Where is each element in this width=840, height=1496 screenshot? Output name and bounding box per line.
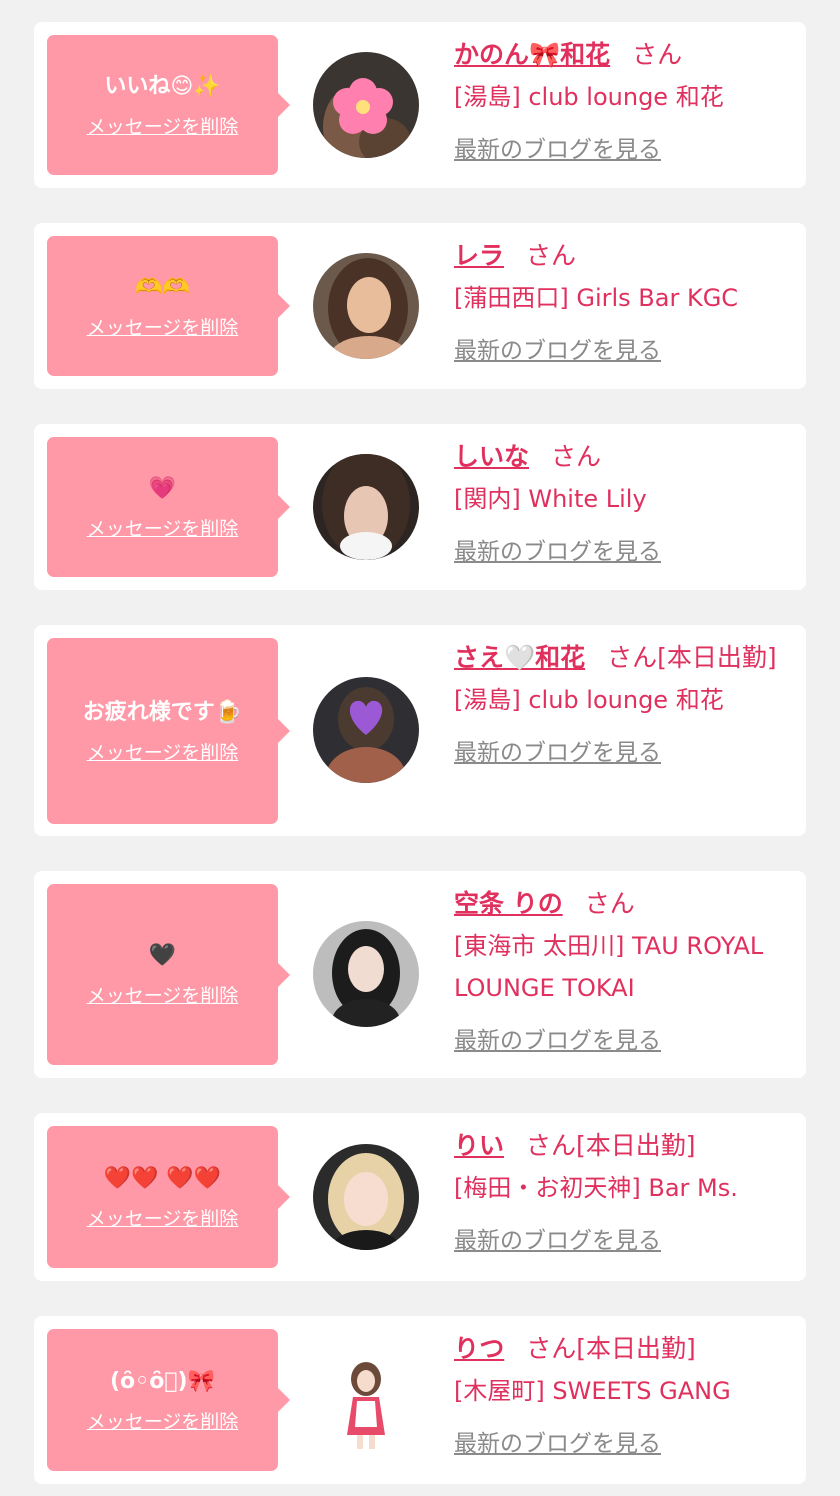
message-bubble: 💗 メッセージを削除 [47,437,290,577]
work-status: [本日出勤] [576,1334,696,1363]
avatar-photo-cherry-blossom-icon [313,52,419,158]
avatar[interactable] [313,1144,419,1250]
message-bubble: 🖤 メッセージを削除 [47,884,290,1065]
latest-blog-link[interactable]: 最新のブログを見る [454,1424,661,1458]
message-bubble: (ȏ◦ȏ⃝)🎀 メッセージを削除 [47,1329,290,1471]
honorific: さん [584,889,635,918]
shop-name: [蒲田西口] Girls Bar KGC [454,284,739,312]
shop-name: [東海市 太田川] TAU ROYAL LOUNGE TOKAI [454,932,764,1002]
delete-message-link[interactable]: メッセージを削除 [87,738,239,765]
honorific: さん [526,1131,577,1160]
message-bubble: いいね😊✨ メッセージを削除 [47,35,290,175]
delete-message-link[interactable]: メッセージを削除 [87,1204,239,1231]
latest-blog-link[interactable]: 最新のブログを見る [454,733,661,767]
shop-name: [木屋町] SWEETS GANG [454,1377,731,1405]
avatar-photo-icon [313,1144,419,1250]
shop-name: [関内] White Lily [454,485,647,513]
message-card: 🫶🫶 メッセージを削除 レラ さん [蒲田西口] Girls Bar KGC 最新… [34,223,806,389]
cast-info: りつ さん[本日出勤] [木屋町] SWEETS GANG 最新のブログを見る [454,1328,794,1458]
shop-name: [湯島] club lounge 和花 [454,686,724,714]
message-card: いいね😊✨ メッセージを削除 かのん🎀和花 さん [湯島] club lounge… [34,22,806,188]
delete-message-link[interactable]: メッセージを削除 [87,981,239,1008]
honorific: さん [551,442,602,471]
shop-name: [梅田・お初天神] Bar Ms. [454,1174,738,1202]
honorific: さん [526,241,577,270]
cast-info: 空条 りの さん [東海市 太田川] TAU ROYAL LOUNGE TOKAI… [454,883,794,1055]
avatar-photo-icon [313,253,419,359]
cast-name-link[interactable]: りい [454,1131,504,1160]
message-card: ❤️❤️ ❤️❤️ メッセージを削除 りい さん[本日出勤] [梅田・お初天神] … [34,1113,806,1281]
message-card: お疲れ様です🍺 メッセージを削除 さえ🤍和花 さん[本日出勤] [湯島] club… [34,625,806,836]
avatar[interactable] [313,677,419,783]
message-text: (ȏ◦ȏ⃝)🎀 [110,1368,215,1394]
cast-info: かのん🎀和花 さん [湯島] club lounge 和花 最新のブログを見る [454,34,794,164]
work-status: [本日出勤] [657,643,777,672]
avatar-photo-icon [313,921,419,1027]
honorific: さん [526,1334,577,1363]
message-text: 💗 [148,475,177,501]
latest-blog-link[interactable]: 最新のブログを見る [454,331,661,365]
cast-info: しいな さん [関内] White Lily 最新のブログを見る [454,436,794,566]
message-bubble: 🫶🫶 メッセージを削除 [47,236,290,376]
avatar[interactable] [313,52,419,158]
shop-name: [湯島] club lounge 和花 [454,83,724,111]
cast-name-link[interactable]: 空条 りの [454,889,563,918]
message-card: 🖤 メッセージを削除 空条 りの さん [東海市 太田川] TAU ROYAL L… [34,871,806,1078]
delete-message-link[interactable]: メッセージを削除 [87,112,239,139]
message-bubble: ❤️❤️ ❤️❤️ メッセージを削除 [47,1126,290,1268]
cast-name-link[interactable]: りつ [454,1334,504,1363]
message-text: 🖤 [148,943,177,968]
cast-info: りい さん[本日出勤] [梅田・お初天神] Bar Ms. 最新のブログを見る [454,1125,794,1255]
cast-name-link[interactable]: レラ [454,241,504,270]
avatar-photo-purple-heart-icon [313,677,419,783]
message-card: (ȏ◦ȏ⃝)🎀 メッセージを削除 りつ さん[本日出勤] [木屋町] SWEETS… [34,1316,806,1484]
work-status: [本日出勤] [576,1131,696,1160]
cast-name-link[interactable]: かのん🎀和花 [454,40,610,69]
honorific: さん [607,643,658,672]
latest-blog-link[interactable]: 最新のブログを見る [454,130,661,164]
latest-blog-link[interactable]: 最新のブログを見る [454,1221,661,1255]
avatar-photo-icon [313,1347,419,1453]
message-text: ❤️❤️ ❤️❤️ [103,1165,222,1191]
message-bubble: お疲れ様です🍺 メッセージを削除 [47,638,290,824]
latest-blog-link[interactable]: 最新のブログを見る [454,532,661,566]
avatar[interactable] [313,921,419,1027]
delete-message-link[interactable]: メッセージを削除 [87,1407,239,1434]
message-text: 🫶🫶 [135,274,190,300]
honorific: さん [632,40,683,69]
avatar-photo-icon [313,454,419,560]
message-text: いいね😊✨ [104,73,221,99]
message-card: 💗 メッセージを削除 しいな さん [関内] White Lily 最新のブログを… [34,424,806,590]
avatar[interactable] [313,253,419,359]
avatar[interactable] [313,454,419,560]
cast-name-link[interactable]: しいな [454,442,529,471]
delete-message-link[interactable]: メッセージを削除 [87,514,239,541]
cast-name-link[interactable]: さえ🤍和花 [454,643,585,672]
cast-info: さえ🤍和花 さん[本日出勤] [湯島] club lounge 和花 最新のブログ… [454,637,794,767]
latest-blog-link[interactable]: 最新のブログを見る [454,1021,661,1055]
delete-message-link[interactable]: メッセージを削除 [87,313,239,340]
cast-info: レラ さん [蒲田西口] Girls Bar KGC 最新のブログを見る [454,235,794,365]
avatar[interactable] [313,1347,419,1453]
message-text: お疲れ様です🍺 [82,699,243,725]
